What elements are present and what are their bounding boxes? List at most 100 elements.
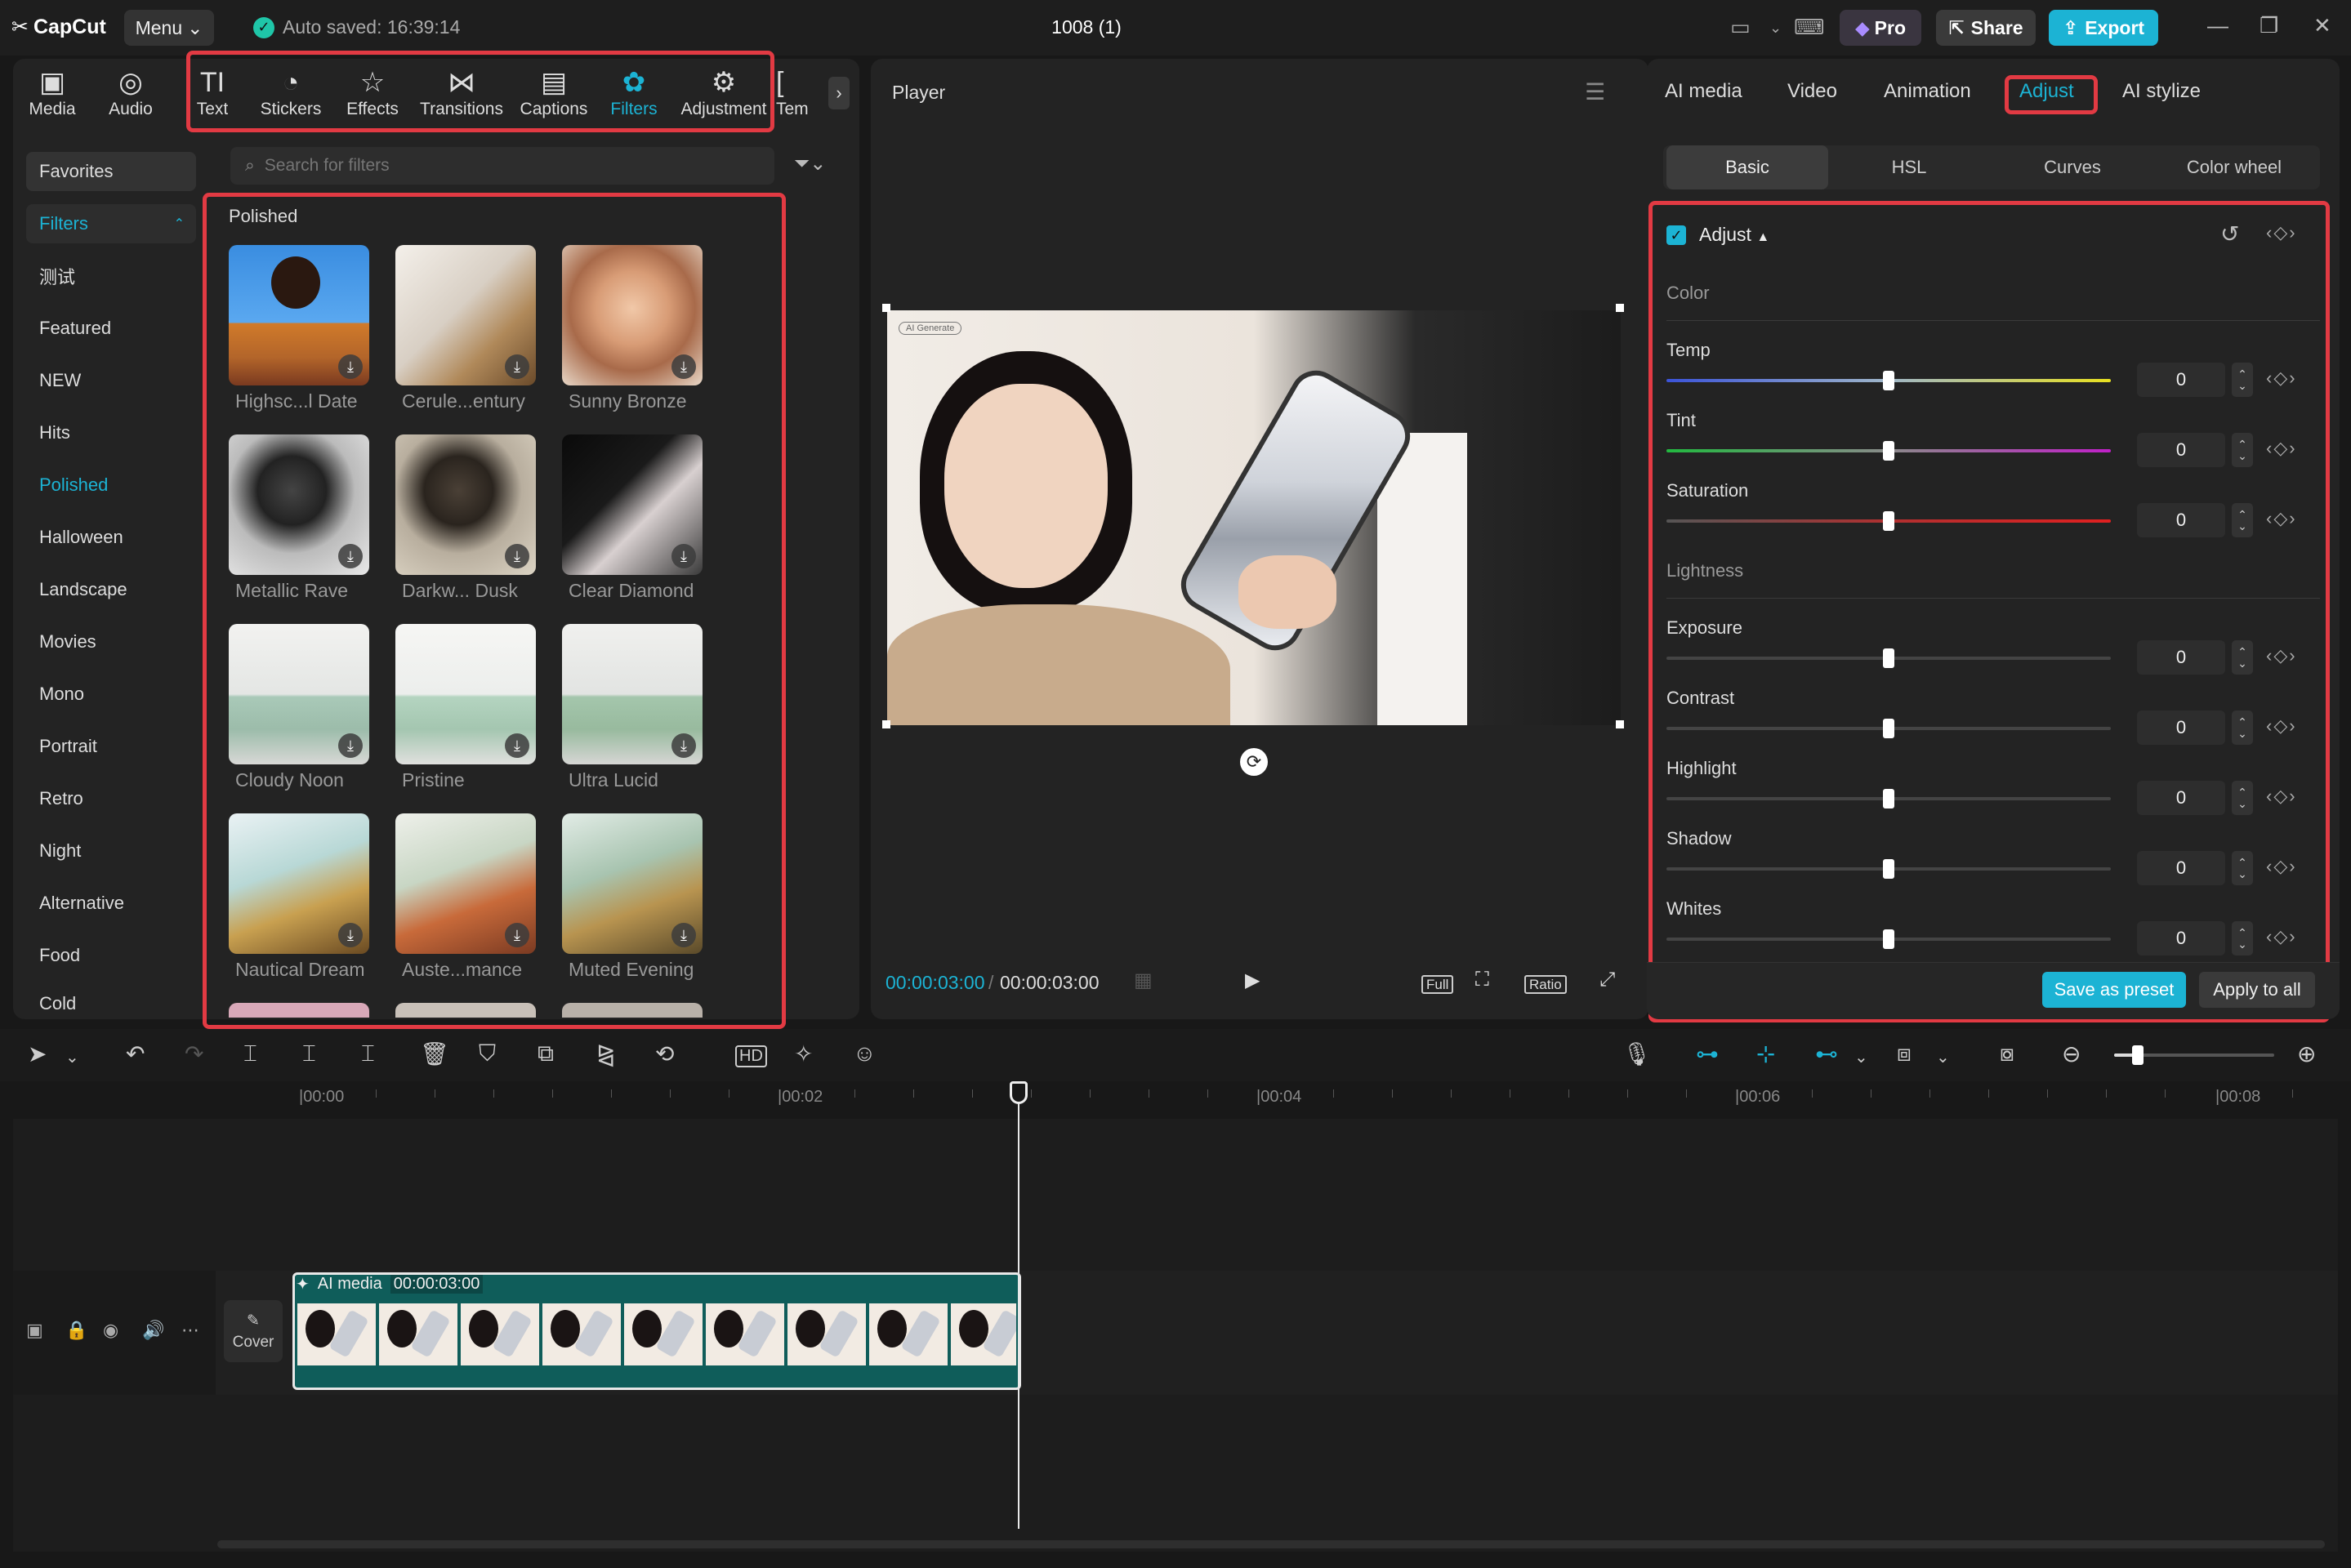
- exposure-slider-thumb[interactable]: [1883, 648, 1894, 668]
- split-right-icon[interactable]: ⌶: [361, 1040, 375, 1067]
- track-video-icon[interactable]: ▣: [26, 1320, 43, 1341]
- export-button[interactable]: ⇪ Export: [2049, 10, 2158, 46]
- magic-wand-icon[interactable]: ✧: [794, 1040, 813, 1067]
- whites-stepper[interactable]: ⌃ ⌄: [2232, 921, 2253, 956]
- more-icon[interactable]: ⋯: [181, 1320, 199, 1341]
- saturation-keyframe-icon[interactable]: ‹◇›: [2266, 508, 2297, 529]
- mirror-icon[interactable]: ⧎: [596, 1040, 615, 1067]
- menu-button[interactable]: Menu ⌄: [124, 10, 214, 46]
- exposure-stepper[interactable]: ⌃ ⌄: [2232, 640, 2253, 675]
- category-food[interactable]: Food: [26, 936, 196, 975]
- highlight-stepper[interactable]: ⌃ ⌄: [2232, 781, 2253, 815]
- contrast-stepper[interactable]: ⌃ ⌄: [2232, 710, 2253, 745]
- eye-icon[interactable]: ◉: [103, 1320, 118, 1341]
- save-as-preset-button[interactable]: Save as preset: [2042, 972, 2186, 1008]
- zoom-fit-icon[interactable]: ⛶: [1475, 969, 1489, 991]
- hd-icon[interactable]: HD: [735, 1045, 767, 1067]
- delete-icon[interactable]: 🗑: [420, 1040, 449, 1067]
- pro-button[interactable]: ◆ Pro: [1840, 10, 1921, 46]
- whites-slider-thumb[interactable]: [1883, 929, 1894, 949]
- fullscreen-icon[interactable]: ⤢: [1599, 969, 1615, 991]
- project-title[interactable]: 1008 (1): [1005, 16, 1168, 38]
- zoom-out-icon[interactable]: ⊖: [2062, 1040, 2081, 1067]
- download-icon[interactable]: ⤓: [505, 923, 529, 947]
- adjust-checkbox[interactable]: ✓: [1666, 225, 1686, 245]
- link-chevron-icon[interactable]: ⌄: [1854, 1047, 1868, 1067]
- close-icon[interactable]: ✕: [2313, 13, 2331, 38]
- filter-thumb[interactable]: ⤓: [562, 434, 703, 575]
- auto-snap-icon[interactable]: ⊹: [1756, 1040, 1775, 1067]
- filter-thumb[interactable]: ⤓: [229, 434, 369, 575]
- tool-templates[interactable]: [Tem: [776, 65, 812, 119]
- person-ai-icon[interactable]: ☺: [853, 1040, 877, 1067]
- category-portrait[interactable]: Portrait: [26, 727, 196, 766]
- crop-icon[interactable]: ⧉: [538, 1040, 554, 1067]
- tint-slider-thumb[interactable]: [1883, 441, 1894, 461]
- resize-handle[interactable]: [1616, 720, 1624, 728]
- filter-thumb[interactable]: ⤓: [229, 813, 369, 954]
- temp-value-input[interactable]: 0: [2137, 363, 2225, 397]
- tool-audio[interactable]: ◎ Audio: [91, 65, 170, 119]
- shortcuts-icon[interactable]: ⌨: [1794, 15, 1825, 40]
- minimize-icon[interactable]: —: [2207, 13, 2228, 38]
- contrast-slider-thumb[interactable]: [1883, 719, 1894, 738]
- resize-handle[interactable]: [1616, 304, 1624, 312]
- contrast-value-input[interactable]: 0: [2137, 710, 2225, 745]
- ratio-button[interactable]: Ratio: [1524, 972, 1567, 995]
- shadow-keyframe-icon[interactable]: ‹◇›: [2266, 856, 2297, 877]
- subtab-basic[interactable]: Basic: [1666, 145, 1828, 189]
- timeline-ruler[interactable]: [0, 1083, 2351, 1116]
- shadow-slider-thumb[interactable]: [1883, 859, 1894, 879]
- preview-axis-icon[interactable]: ⧈: [1897, 1040, 1912, 1067]
- tint-stepper[interactable]: ⌃ ⌄: [2232, 433, 2253, 467]
- download-icon[interactable]: ⤓: [671, 923, 696, 947]
- category-favorites[interactable]: Favorites: [26, 152, 196, 191]
- main-track-magnet-icon[interactable]: ⊶: [1696, 1040, 1719, 1067]
- playhead-handle[interactable]: [1010, 1081, 1028, 1104]
- shadow-stepper[interactable]: ⌃ ⌄: [2232, 851, 2253, 885]
- category-retro[interactable]: Retro: [26, 779, 196, 818]
- category-mono[interactable]: Mono: [26, 675, 196, 714]
- download-icon[interactable]: ⤓: [338, 544, 363, 568]
- resize-handle[interactable]: [882, 720, 890, 728]
- subtab-curves[interactable]: Curves: [1992, 145, 2153, 189]
- filter-thumb[interactable]: ⤓: [395, 813, 536, 954]
- video-preview[interactable]: AI Generate: [887, 310, 1621, 725]
- tint-keyframe-icon[interactable]: ‹◇›: [2266, 438, 2297, 459]
- caption-track-icon[interactable]: ⧇: [2000, 1040, 2014, 1067]
- download-icon[interactable]: ⤓: [505, 733, 529, 758]
- saturation-value-input[interactable]: 0: [2137, 503, 2225, 537]
- download-icon[interactable]: ⤓: [338, 733, 363, 758]
- filter-thumb[interactable]: ⤓: [562, 245, 703, 385]
- temp-slider-thumb[interactable]: [1883, 371, 1894, 390]
- tab-video[interactable]: Video: [1787, 80, 1837, 103]
- apply-to-all-button[interactable]: Apply to all: [2199, 972, 2315, 1008]
- category-halloween[interactable]: Halloween: [26, 518, 196, 557]
- category-alternative[interactable]: Alternative: [26, 884, 196, 923]
- search-input[interactable]: [264, 156, 722, 176]
- full-button[interactable]: Full: [1421, 972, 1454, 995]
- category-cold[interactable]: Cold: [26, 988, 196, 1019]
- filter-thumb[interactable]: ⤓: [229, 624, 369, 764]
- cover-button[interactable]: ✎ Cover: [224, 1300, 283, 1362]
- speaker-icon[interactable]: 🔊: [142, 1320, 164, 1341]
- adjust-section[interactable]: Adjust ▲: [1699, 224, 1769, 246]
- rotate-clip-icon[interactable]: ⟲: [655, 1040, 674, 1067]
- resize-handle[interactable]: [882, 304, 890, 312]
- download-icon[interactable]: ⤓: [505, 354, 529, 379]
- layout-icon[interactable]: ▭: [1730, 15, 1751, 40]
- split-left-icon[interactable]: ⌶: [302, 1040, 316, 1067]
- filter-thumb[interactable]: ⤓: [229, 245, 369, 385]
- tool-media[interactable]: ▣ Media: [13, 65, 91, 119]
- toolbar-scroll-right-icon[interactable]: ›: [828, 77, 850, 109]
- category-hits[interactable]: Hits: [26, 413, 196, 452]
- rotate-icon[interactable]: ⟳: [1240, 748, 1268, 776]
- highlight-slider-thumb[interactable]: [1883, 789, 1894, 808]
- category-polished[interactable]: Polished: [26, 466, 196, 505]
- temp-keyframe-icon[interactable]: ‹◇›: [2266, 368, 2297, 389]
- category-night[interactable]: Night: [26, 831, 196, 871]
- zoom-in-icon[interactable]: ⊕: [2297, 1040, 2316, 1067]
- tab-ai-stylize[interactable]: AI stylize: [2122, 80, 2201, 103]
- download-icon[interactable]: ⤓: [671, 733, 696, 758]
- timeline-grid-icon[interactable]: ▦: [1134, 969, 1153, 992]
